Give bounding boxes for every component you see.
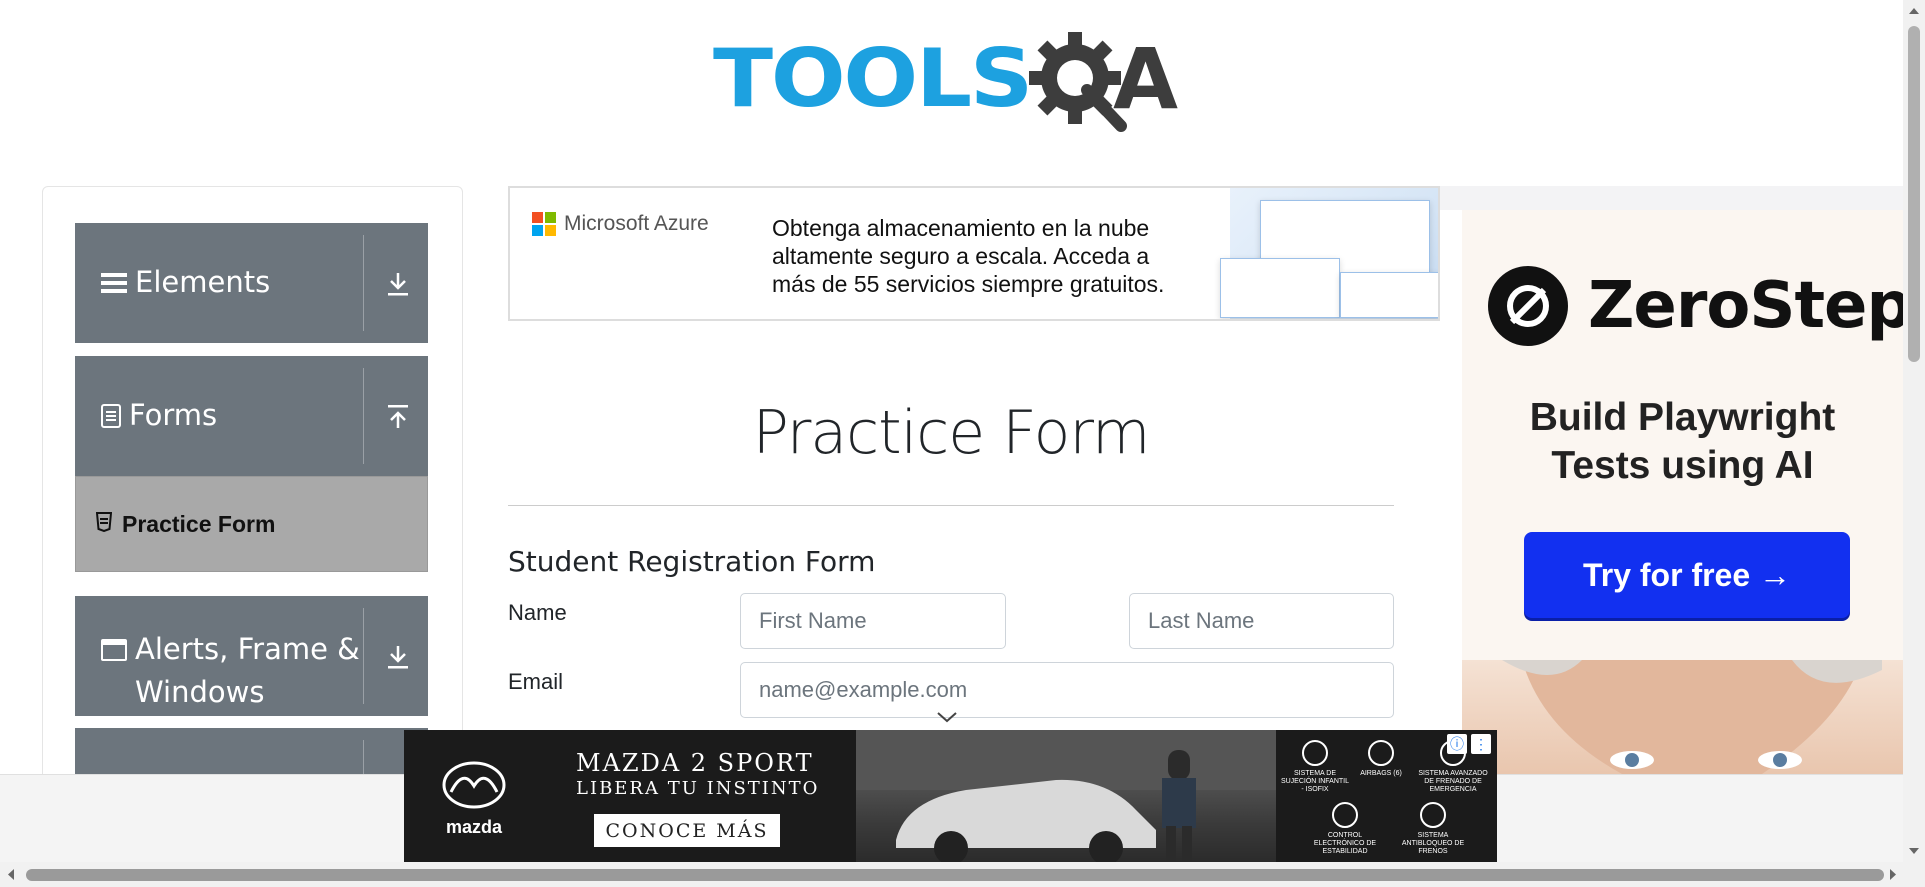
scroll-up-icon[interactable]	[1903, 4, 1925, 18]
mazda-logo-icon	[442, 761, 506, 809]
download-icon[interactable]	[381, 640, 415, 674]
sidebar-group-forms[interactable]: Forms	[75, 356, 428, 476]
mazda-ad-banner[interactable]: mazda MAZDA 2 SPORT LIBERA TU INSTINTO C…	[404, 730, 1497, 865]
sidebar-group-elements[interactable]: Elements	[75, 223, 428, 343]
feature-list: SISTEMA DE SUJECIÓN INFANTIL - ISOFIX AI…	[1280, 740, 1490, 860]
ad-menu-icon[interactable]: ⋮	[1471, 734, 1491, 754]
window-icon	[101, 638, 127, 662]
logo-tail: A	[1113, 30, 1179, 128]
ad-frame-strip	[1440, 186, 1903, 210]
toolsqa-logo[interactable]: TOOLS A	[713, 22, 1195, 134]
divider	[363, 235, 364, 331]
email-label: Email	[508, 669, 564, 694]
divider	[363, 368, 364, 464]
divider	[363, 608, 364, 704]
sidebar-group-label-line2: Windows	[135, 675, 265, 709]
ad-copy: Obtenga almacenamiento en la nube altame…	[772, 215, 1165, 297]
ad-info-icon[interactable]: ⓘ	[1447, 734, 1467, 754]
feature-item: SISTEMA DE SUJECIÓN INFANTIL - ISOFIX	[1280, 740, 1350, 794]
scroll-left-icon[interactable]	[4, 862, 18, 887]
ad-brand: Microsoft Azure	[564, 212, 709, 235]
sidebar-group-alerts[interactable]: Alerts, Frame & Windows	[75, 596, 428, 716]
upload-icon[interactable]	[381, 400, 415, 434]
ad-screenshot-image	[1220, 188, 1438, 319]
divider	[508, 505, 1394, 506]
feature-item: SISTEMA ANTIBLOQUEO DE FRENOS	[1398, 802, 1468, 856]
horizontal-scrollbar[interactable]	[0, 862, 1925, 887]
chevron-down-icon[interactable]	[936, 710, 958, 724]
azure-ad-banner[interactable]: Microsoft Azure Obtenga almacenamiento e…	[508, 186, 1440, 321]
vertical-scroll-thumb[interactable]	[1908, 26, 1920, 362]
sidebar-group-label: Alerts, Frame &	[135, 632, 360, 666]
conoce-mas-button[interactable]: CONOCE MÁS	[594, 814, 780, 847]
document-icon	[101, 403, 121, 428]
email-input[interactable]	[740, 662, 1394, 718]
last-name-input[interactable]	[1129, 593, 1394, 649]
sidebar-item-practice-form[interactable]: Practice Form	[75, 476, 428, 572]
mazda-logo: mazda	[439, 760, 509, 838]
zerostep-logo-icon	[1488, 266, 1568, 346]
download-icon[interactable]	[381, 267, 415, 301]
face-photo-ad[interactable]	[1462, 660, 1903, 774]
scroll-down-icon[interactable]	[1903, 844, 1925, 858]
horizontal-scroll-thumb[interactable]	[26, 869, 1884, 881]
vertical-scrollbar[interactable]	[1903, 0, 1925, 862]
sidebar-group-label: Elements	[135, 265, 271, 299]
zerostep-ad[interactable]: ZeroStep Build Playwright Tests using AI…	[1462, 210, 1912, 660]
try-for-free-button[interactable]: Try for free →	[1524, 532, 1850, 618]
page-title: Practice Form	[752, 398, 1151, 468]
name-label: Name	[508, 600, 567, 625]
form-title: Student Registration Form	[508, 545, 876, 578]
hamburger-icon	[101, 271, 127, 295]
sidebar-group-label: Forms	[129, 398, 218, 432]
face-image	[1502, 660, 1882, 774]
car-photo	[856, 730, 1276, 865]
html5-icon	[95, 511, 113, 537]
sidebar-item-label: Practice Form	[122, 510, 276, 537]
feature-item: CONTROL ELECTRÓNICO DE ESTABILIDAD	[1310, 802, 1380, 856]
microsoft-logo-icon	[532, 212, 556, 236]
ad-brand: ZeroStep	[1588, 269, 1912, 343]
feature-item: AIRBAGS (6)	[1346, 740, 1416, 778]
first-name-input[interactable]	[740, 593, 1006, 649]
logo-text: TOOLS	[713, 31, 1033, 125]
scroll-right-icon[interactable]	[1886, 862, 1900, 887]
page: TOOLS A Elements Forms Practice Form Ale…	[0, 0, 1925, 887]
ad-headline: MAZDA 2 SPORT LIBERA TU INSTINTO	[576, 749, 820, 799]
ad-copy: Build Playwright Tests using AI	[1529, 396, 1836, 487]
